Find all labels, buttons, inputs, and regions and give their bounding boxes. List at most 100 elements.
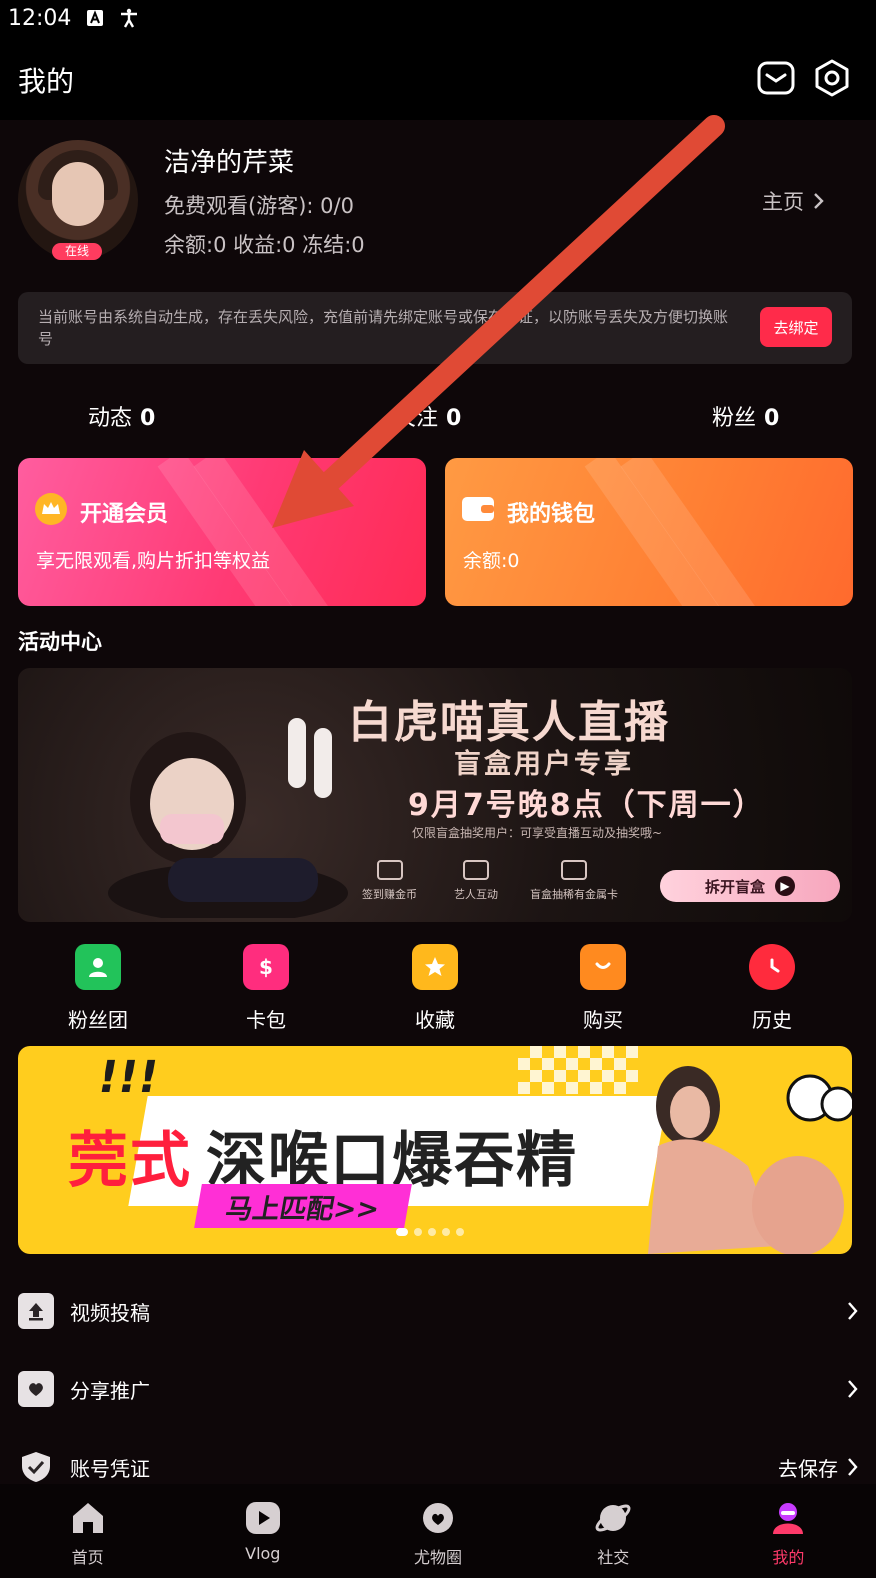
chevron-right-icon [846, 1379, 858, 1399]
nav-circle[interactable]: 尤物圈 [350, 1484, 525, 1578]
vip-title: 开通会员 [80, 502, 169, 527]
upload-icon [18, 1293, 54, 1329]
stat-fans-value: 0 [764, 406, 780, 431]
stat-posts-value: 0 [140, 406, 156, 431]
coin-icon [376, 860, 403, 880]
stat-following-value: 0 [446, 406, 462, 431]
feature-label: 盲盒抽稀有金属卡 [530, 888, 618, 901]
feature-card: 盲盒抽稀有金属卡 [530, 860, 618, 902]
play-icon [243, 1498, 283, 1538]
history-clock-icon [749, 944, 795, 990]
open-blind-box-label: 拆开盲盒 [704, 877, 765, 896]
nav-vlog[interactable]: Vlog [175, 1484, 350, 1578]
ad-title-red: 莞式 [68, 1126, 192, 1196]
wallet-subtitle: 余额:0 [463, 550, 520, 572]
crown-icon [34, 492, 68, 526]
nav-social[interactable]: 社交 [526, 1484, 701, 1578]
notice-text: 当前账号由系统自动生成，存在丢失风险，充值前请先绑定账号或保存凭证，以防账号丢失… [38, 308, 729, 348]
open-blind-box-button[interactable]: 拆开盲盒 ▶ [660, 870, 840, 902]
quick-link-label: 购买 [583, 1008, 623, 1032]
menu-item-share[interactable]: 分享推广 [18, 1364, 858, 1414]
stat-fans-label: 粉丝 [712, 406, 757, 431]
bottom-nav: 首页 Vlog 尤物圈 社交 我的 [0, 1484, 876, 1578]
free-watch-info: 免费观看(游客): 0/0 [164, 194, 354, 218]
username: 洁净的芹菜 [164, 148, 295, 178]
chevron-right-icon [848, 1458, 858, 1476]
feature-label: 艺人互动 [454, 888, 498, 901]
stat-following-label: 关注 [394, 406, 439, 431]
nav-label: 尤物圈 [414, 1548, 463, 1567]
status-bar: 12:04 [0, 0, 876, 36]
card-wallet-icon: $ [243, 944, 289, 990]
nav-label: 社交 [597, 1548, 630, 1567]
wallet-icon [461, 492, 495, 526]
save-credential-label: 去保存 [778, 1456, 838, 1481]
quick-link-label: 收藏 [415, 1008, 455, 1032]
text-a-icon [85, 8, 105, 28]
feature-label: 签到赚金币 [362, 888, 417, 901]
ad-exclaim: !!! [93, 1052, 163, 1103]
vip-subtitle: 享无限观看,购片折扣等权益 [36, 550, 271, 572]
shield-check-icon [18, 1449, 54, 1485]
section-title-activity: 活动中心 [18, 630, 102, 654]
match-now-button[interactable]: 马上匹配>> [194, 1184, 412, 1228]
quick-link-purchases[interactable]: 购买 [543, 944, 663, 1033]
app-header: 我的 [0, 36, 876, 120]
nav-label: 我的 [772, 1548, 805, 1567]
message-icon[interactable] [756, 58, 796, 98]
stat-fans[interactable]: 粉丝 0 [712, 400, 779, 432]
stat-posts[interactable]: 动态 0 [88, 400, 155, 432]
stat-posts-label: 动态 [88, 406, 133, 431]
live-banner-subtitle: 盲盒用户专享 [454, 749, 634, 780]
settings-icon[interactable] [812, 58, 852, 98]
menu-item-label: 分享推广 [70, 1378, 150, 1403]
live-banner-title: 白虎喵真人直播 [348, 697, 670, 748]
share-icon [18, 1371, 54, 1407]
planet-icon [593, 1498, 633, 1538]
quick-link-fan-group[interactable]: 粉丝团 [38, 944, 158, 1033]
stat-following[interactable]: 关注 0 [394, 400, 461, 432]
menu-item-label: 账号凭证 [70, 1456, 150, 1481]
promo-ad-banner[interactable]: !!! 莞式 深喉口爆吞精 马上匹配>> [18, 1046, 852, 1254]
quick-link-favorites[interactable]: 收藏 [375, 944, 495, 1033]
home-icon [68, 1498, 108, 1538]
menu-item-label: 视频投稿 [70, 1300, 150, 1325]
homepage-link[interactable]: 主页 [762, 186, 824, 216]
save-credential-link[interactable]: 去保存 [778, 1453, 858, 1482]
nav-home[interactable]: 首页 [0, 1484, 175, 1578]
online-badge: 在线 [52, 243, 102, 260]
bind-account-button[interactable]: 去绑定 [760, 307, 832, 347]
wallet-card[interactable]: 我的钱包 余额:0 [445, 458, 853, 606]
nav-mine[interactable]: 我的 [701, 1484, 876, 1578]
nav-label: Vlog [245, 1544, 281, 1563]
account-notice: 当前账号由系统自动生成，存在丢失风险，充值前请先绑定账号或保存凭证，以防账号丢失… [18, 292, 852, 364]
svg-text:$: $ [259, 955, 273, 979]
live-banner-note: 仅限盲盒抽奖用户：可享受直播互动及抽奖哦~ [412, 826, 663, 840]
gift-icon [561, 860, 587, 880]
profile-icon [768, 1498, 808, 1538]
status-time: 12:04 [8, 5, 72, 31]
page-title: 我的 [18, 65, 75, 98]
avatar[interactable] [18, 140, 138, 260]
live-stream-banner[interactable]: 白虎喵真人直播 盲盒用户专享 9月7号晚8点（下周一） 仅限盲盒抽奖用户：可享受… [18, 668, 852, 922]
vip-card[interactable]: 开通会员 享无限观看,购片折扣等权益 [18, 458, 426, 606]
quick-link-label: 历史 [752, 1008, 792, 1032]
balance-info: 余额:0 收益:0 冻结:0 [164, 233, 365, 257]
wallet-title: 我的钱包 [507, 502, 596, 527]
banner-girl-image [108, 718, 348, 918]
quick-link-history[interactable]: 历史 [712, 944, 832, 1033]
carousel-dots [396, 1228, 464, 1236]
feature-checkin: 签到赚金币 [362, 860, 417, 902]
fan-group-icon [75, 944, 121, 990]
favorite-star-icon [412, 944, 458, 990]
quick-link-label: 卡包 [246, 1008, 286, 1032]
homepage-label: 主页 [762, 190, 804, 214]
quick-link-card-wallet[interactable]: $ 卡包 [206, 944, 326, 1033]
quick-link-label: 粉丝团 [68, 1008, 128, 1032]
accessibility-icon [119, 8, 139, 28]
menu-item-upload[interactable]: 视频投稿 [18, 1286, 858, 1336]
chevron-right-icon [846, 1301, 858, 1321]
heart-planet-icon [418, 1498, 458, 1538]
chat-icon [463, 860, 489, 880]
ad-figure-image [648, 1066, 852, 1254]
